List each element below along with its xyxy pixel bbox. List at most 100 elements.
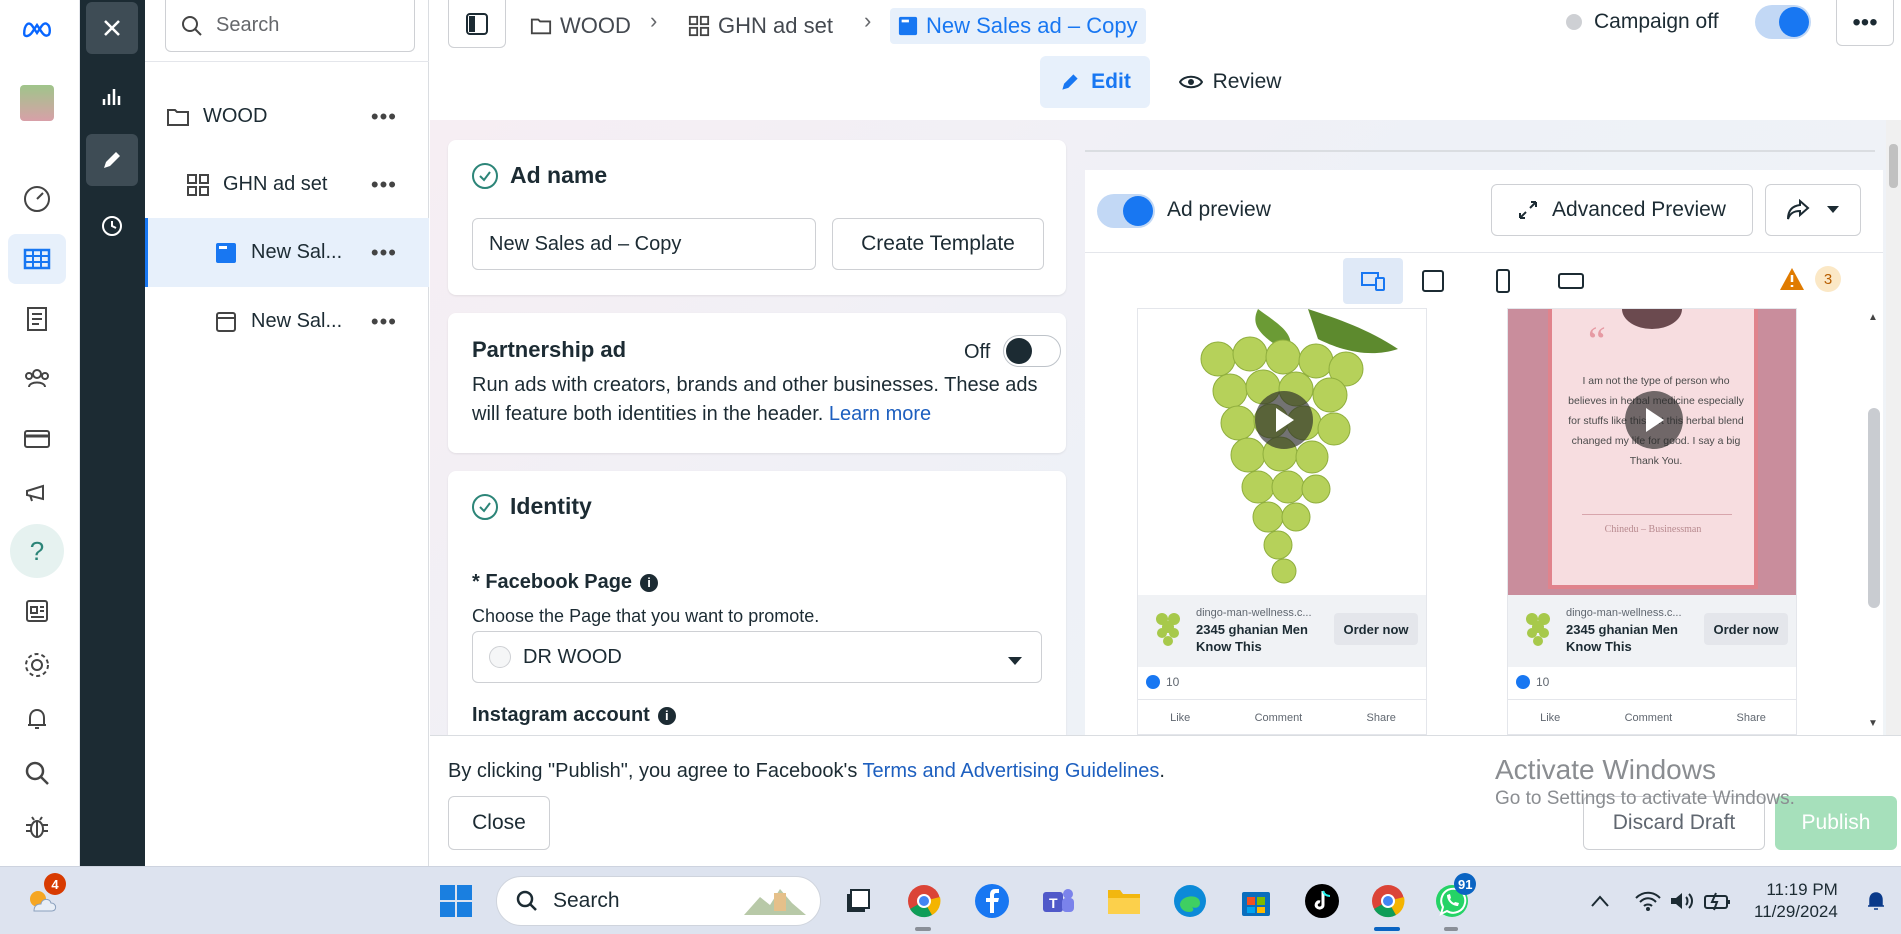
like-action[interactable]: Like: [1170, 712, 1190, 724]
search-icon[interactable]: [8, 748, 66, 798]
history-clock-icon[interactable]: [86, 200, 138, 252]
events-manager-icon[interactable]: [8, 586, 66, 636]
divider: [145, 61, 429, 62]
reporting-chart-icon[interactable]: [86, 70, 138, 122]
breadcrumb-campaign[interactable]: WOOD: [530, 8, 631, 44]
windows-start-icon[interactable]: [436, 881, 476, 921]
microsoft-store-icon[interactable]: [1236, 881, 1276, 921]
battery-icon[interactable]: [1698, 881, 1738, 921]
scroll-up-icon[interactable]: ▲: [1868, 312, 1878, 323]
terms-link[interactable]: Terms and Advertising Guidelines: [863, 760, 1160, 782]
meta-logo-icon[interactable]: [8, 4, 66, 54]
ads-manager-table-icon[interactable]: [8, 234, 66, 284]
campaign-megaphone-icon[interactable]: [8, 468, 66, 518]
device-vertical-icon[interactable]: [1473, 258, 1533, 304]
notifications-bell-icon[interactable]: [8, 694, 66, 744]
ad-url: dingo-man-wellness.c...: [1566, 607, 1682, 619]
create-template-button[interactable]: Create Template: [832, 218, 1044, 270]
ad-preview-toggle[interactable]: [1097, 194, 1155, 228]
taskbar-search-input[interactable]: Search: [496, 876, 821, 926]
dashboard-gauge-icon[interactable]: [8, 174, 66, 224]
show-hidden-icons-icon[interactable]: [1580, 881, 1620, 921]
ad-headline: 2345 ghanian Men Know This: [1196, 622, 1308, 654]
breadcrumb-ad-set[interactable]: GHN ad set: [688, 8, 833, 44]
ad-name-input[interactable]: New Sales ad – Copy: [472, 218, 816, 270]
close-label: Close: [472, 811, 526, 834]
help-icon[interactable]: ?: [10, 524, 64, 578]
create-template-label: Create Template: [861, 232, 1015, 255]
report-bug-icon[interactable]: [8, 802, 66, 852]
partnership-toggle[interactable]: [1003, 335, 1061, 367]
volume-icon[interactable]: [1662, 881, 1702, 921]
tree-search-input[interactable]: Search: [165, 0, 415, 52]
more-options-icon[interactable]: •••: [371, 240, 397, 266]
settings-gear-icon[interactable]: [8, 640, 66, 690]
tree-item-campaign[interactable]: WOOD •••: [145, 82, 429, 151]
pages-document-icon[interactable]: [8, 294, 66, 344]
preview-scrollbar[interactable]: ▲ ▼: [1865, 308, 1883, 735]
ad-preview-label: Ad preview: [1167, 198, 1271, 221]
more-options-icon[interactable]: •••: [371, 309, 397, 335]
device-square-icon[interactable]: [1403, 258, 1463, 304]
chevron-right-icon: ›: [864, 8, 872, 33]
tiktok-icon[interactable]: [1302, 881, 1342, 921]
tree-item-ad-set[interactable]: GHN ad set •••: [145, 150, 429, 219]
audiences-people-icon[interactable]: [8, 354, 66, 404]
edit-pencil-icon[interactable]: [86, 134, 138, 186]
order-now-button[interactable]: Order now: [1334, 613, 1418, 645]
device-all-placements-icon[interactable]: [1343, 258, 1403, 304]
warnings-indicator[interactable]: 3: [1779, 266, 1841, 292]
comment-action[interactable]: Comment: [1625, 712, 1673, 724]
description-text: Run ads with creators, brands and other …: [472, 374, 1038, 425]
eye-icon: [1178, 75, 1203, 89]
edge-icon[interactable]: [1170, 881, 1210, 921]
more-options-icon[interactable]: •••: [371, 172, 397, 198]
scroll-down-icon[interactable]: ▼: [1868, 718, 1878, 729]
tree-item-ad-selected[interactable]: New Sal... •••: [145, 218, 429, 287]
weather-icon[interactable]: 4: [22, 873, 66, 921]
chrome-icon[interactable]: [904, 881, 944, 921]
ad-icon: [213, 309, 239, 335]
tab-review[interactable]: Review: [1170, 56, 1290, 108]
tab-edit[interactable]: Edit: [1040, 56, 1150, 108]
advanced-preview-button[interactable]: Advanced Preview: [1491, 184, 1753, 236]
file-explorer-icon[interactable]: [1104, 881, 1144, 921]
toggle-panel-icon[interactable]: [448, 0, 506, 48]
share-action[interactable]: Share: [1737, 712, 1766, 724]
chrome-active-icon[interactable]: [1368, 881, 1408, 921]
publish-terms: By clicking "Publish", you agree to Face…: [448, 760, 1165, 783]
campaign-toggle[interactable]: [1755, 5, 1811, 39]
order-now-button[interactable]: Order now: [1704, 613, 1788, 645]
play-video-icon[interactable]: [1625, 391, 1683, 449]
more-options-button[interactable]: •••: [1836, 0, 1894, 46]
ad-url: dingo-man-wellness.c...: [1196, 607, 1312, 619]
divider: [1085, 150, 1875, 152]
info-icon[interactable]: i: [657, 706, 676, 725]
close-button[interactable]: Close: [448, 796, 550, 850]
breadcrumb-ad-current[interactable]: New Sales ad – Copy: [890, 8, 1146, 44]
device-landscape-icon[interactable]: [1541, 258, 1601, 304]
close-editor-icon[interactable]: [86, 2, 138, 54]
system-clock[interactable]: 11:19 PM 11/29/2024: [1754, 879, 1838, 923]
tree-item-ad[interactable]: New Sal... •••: [145, 287, 429, 356]
facebook-icon[interactable]: [972, 881, 1012, 921]
play-video-icon[interactable]: [1255, 391, 1313, 449]
comment-action[interactable]: Comment: [1255, 712, 1303, 724]
ad-name-value: New Sales ad – Copy: [489, 232, 682, 255]
terms-suffix: .: [1159, 760, 1165, 782]
facebook-page-select[interactable]: DR WOOD: [472, 631, 1042, 683]
notification-bell-icon[interactable]: [1856, 881, 1896, 921]
billing-card-icon[interactable]: [8, 414, 66, 464]
learn-more-link[interactable]: Learn more: [829, 403, 931, 425]
share-action[interactable]: Share: [1367, 712, 1396, 724]
account-avatar[interactable]: [8, 78, 66, 128]
whatsapp-icon[interactable]: 91: [1432, 873, 1477, 921]
like-action[interactable]: Like: [1540, 712, 1560, 724]
more-options-icon[interactable]: •••: [371, 104, 397, 130]
info-icon[interactable]: i: [640, 573, 659, 592]
teams-icon[interactable]: T: [1038, 881, 1078, 921]
clock-date: 11/29/2024: [1754, 902, 1838, 921]
share-preview-button[interactable]: [1765, 184, 1861, 236]
task-view-icon[interactable]: [838, 881, 878, 921]
page-scrollbar[interactable]: [1886, 120, 1901, 735]
